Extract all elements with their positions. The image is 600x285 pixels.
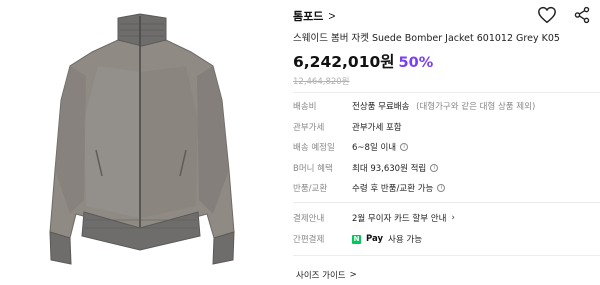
discount-rate: 50% <box>398 55 434 71</box>
original-price: 12,464,820원 <box>293 77 350 87</box>
spec-label: 간편결제 <box>293 235 325 245</box>
share-icon[interactable] <box>573 6 591 24</box>
spec-row-bmoney: B머니 혜택 최대 93,630원 적립 i <box>293 162 439 174</box>
divider <box>293 92 600 93</box>
spec-value: 관부가세 포함 <box>352 123 402 133</box>
spec-row-customs: 관부가세 관부가세 포함 <box>293 121 402 133</box>
info-icon[interactable]: i <box>437 184 446 192</box>
pay-label: Pay <box>366 234 384 244</box>
divider <box>293 255 600 256</box>
spec-value: 수령 후 반품/교환 가능 i <box>352 182 446 194</box>
price-row: 6,242,010원 50% <box>293 50 433 72</box>
spec-row-installment[interactable]: 결제안내 2월 무이자 카드 할부 안내 › <box>293 212 455 224</box>
product-info-panel: 톰포드 > 스웨이드 봄버 자켓 Suede Bomber Jacket 601… <box>293 0 600 285</box>
brand-link[interactable]: 톰포드 > <box>293 8 335 24</box>
spec-row-easy-pay: 간편결제 N Pay 사용 가능 <box>293 233 422 245</box>
chevron-right-icon: > <box>349 270 357 280</box>
brand-name[interactable]: 톰포드 <box>293 8 323 24</box>
spec-value[interactable]: 2월 무이자 카드 할부 안내 › <box>352 212 455 224</box>
chevron-right-icon: > <box>328 9 336 23</box>
heart-icon[interactable] <box>537 6 557 24</box>
spec-label: B머니 혜택 <box>293 164 333 174</box>
info-icon[interactable]: i <box>400 143 409 151</box>
size-guide-label[interactable]: 사이즈 가이드 <box>296 269 346 281</box>
spec-label: 결제안내 <box>293 214 325 224</box>
spec-value: N Pay 사용 가능 <box>352 234 423 245</box>
spec-label: 반품/교환 <box>293 184 328 194</box>
spec-value: 6~8일 이내 i <box>352 141 409 153</box>
jacket-illustration <box>49 13 235 265</box>
divider <box>293 202 600 203</box>
spec-label: 관부가세 <box>293 123 325 133</box>
product-title: 스웨이드 봄버 자켓 Suede Bomber Jacket 601012 Gr… <box>293 33 560 44</box>
info-icon[interactable]: i <box>430 164 439 172</box>
spec-value: 전상품 무료배송 (대형가구와 같은 대형 상품 제외) <box>352 102 536 112</box>
spec-row-shipping-fee: 배송비 전상품 무료배송 (대형가구와 같은 대형 상품 제외) <box>293 100 535 112</box>
spec-label: 배송비 <box>293 102 317 112</box>
chevron-right-icon: › <box>451 213 456 223</box>
sale-price: 6,242,010원 <box>293 53 395 71</box>
spec-row-return: 반품/교환 수령 후 반품/교환 가능 i <box>293 182 446 194</box>
spec-label: 배송 예정일 <box>293 143 335 153</box>
product-image[interactable] <box>0 0 280 285</box>
size-guide-link[interactable]: 사이즈 가이드 > <box>296 269 357 281</box>
spec-note: (대형가구와 같은 대형 상품 제외) <box>416 102 536 112</box>
spec-row-delivery-date: 배송 예정일 6~8일 이내 i <box>293 141 409 153</box>
npay-icon: N <box>352 234 361 244</box>
spec-value: 최대 93,630원 적립 i <box>352 162 439 174</box>
